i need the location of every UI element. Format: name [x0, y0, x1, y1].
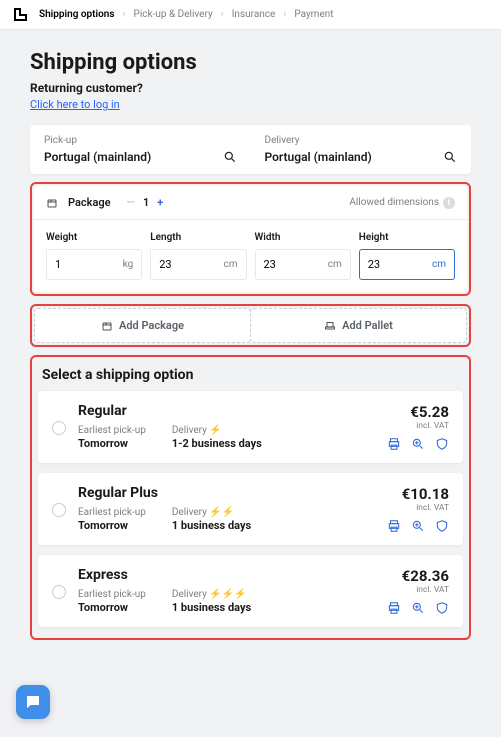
radio-regular[interactable]	[52, 421, 66, 435]
vat-label: incl. VAT	[369, 503, 449, 513]
logo-icon	[14, 8, 27, 21]
width-input[interactable]	[264, 258, 303, 271]
shipping-option-regular-plus[interactable]: Regular Plus Earliest pick-up Tomorrow D…	[38, 473, 463, 545]
pickup-meta-label: Earliest pick-up	[78, 425, 146, 436]
search-zoom-icon[interactable]	[411, 519, 425, 533]
crumb-insurance[interactable]: Insurance	[232, 9, 276, 20]
option-name: Regular	[78, 403, 357, 419]
bolt-icon: ⚡⚡	[209, 507, 234, 518]
pickup-meta-label: Earliest pick-up	[78, 507, 146, 518]
chat-icon	[24, 693, 42, 711]
search-icon	[443, 150, 457, 164]
length-input[interactable]	[159, 258, 198, 271]
page-title: Shipping options	[30, 50, 471, 75]
qty-value: 1	[143, 196, 149, 209]
option-price: €28.36	[369, 567, 449, 585]
add-pallet-button[interactable]: Add Pallet	[250, 308, 467, 343]
login-link[interactable]: Click here to log in	[30, 98, 120, 111]
shipping-option-regular[interactable]: Regular Earliest pick-up Tomorrow Delive…	[38, 391, 463, 463]
shield-icon[interactable]	[435, 601, 449, 615]
shipping-option-express[interactable]: Express Earliest pick-up Tomorrow Delive…	[38, 555, 463, 627]
height-input[interactable]	[368, 258, 407, 271]
qty-plus-button[interactable]: +	[157, 196, 163, 209]
pickup-field[interactable]: Pick-up Portugal (mainland)	[30, 125, 251, 174]
height-unit: cm	[432, 259, 446, 270]
delivery-meta-label: Delivery ⚡	[172, 425, 262, 436]
option-name: Regular Plus	[78, 485, 357, 501]
select-shipping-title: Select a shipping option	[42, 363, 463, 383]
weight-label: Weight	[46, 232, 142, 243]
delivery-meta-label: Delivery ⚡⚡	[172, 507, 251, 518]
delivery-meta-value: 1 business days	[172, 601, 251, 614]
package-icon	[46, 197, 58, 209]
print-icon[interactable]	[387, 601, 401, 615]
chevron-right-icon: ›	[123, 9, 126, 20]
weight-input[interactable]	[55, 258, 94, 271]
option-price: €5.28	[369, 403, 449, 421]
width-field: Width cm	[255, 232, 351, 280]
qty-minus-button[interactable]: —	[127, 196, 135, 209]
width-label: Width	[255, 232, 351, 243]
chevron-right-icon: ›	[283, 9, 286, 20]
width-unit: cm	[328, 259, 342, 270]
length-field: Length cm	[150, 232, 246, 280]
vat-label: incl. VAT	[369, 585, 449, 595]
chat-button[interactable]	[16, 685, 50, 719]
add-package-button[interactable]: Add Package	[34, 308, 251, 343]
chevron-right-icon: ›	[221, 9, 224, 20]
weight-unit: kg	[123, 259, 134, 270]
print-icon[interactable]	[387, 519, 401, 533]
crumb-pickup-delivery[interactable]: Pick-up & Delivery	[134, 9, 213, 20]
package-title: Package	[68, 196, 111, 209]
locations-card: Pick-up Portugal (mainland) Delivery Por…	[30, 125, 471, 174]
print-icon[interactable]	[387, 437, 401, 451]
add-row-highlight: Add Package Add Pallet	[30, 304, 471, 347]
delivery-meta-value: 1-2 business days	[172, 437, 262, 450]
pickup-meta-value: Tomorrow	[78, 437, 128, 450]
options-highlight: Select a shipping option Regular Earlies…	[30, 355, 471, 640]
returning-customer-label: Returning customer?	[30, 81, 471, 95]
bolt-icon: ⚡	[209, 425, 221, 436]
option-name: Express	[78, 567, 357, 583]
allowed-dimensions-link[interactable]: Allowed dimensions i	[349, 197, 455, 209]
pickup-meta-label: Earliest pick-up	[78, 589, 146, 600]
weight-field: Weight kg	[46, 232, 142, 280]
vat-label: incl. VAT	[369, 421, 449, 431]
length-unit: cm	[223, 259, 237, 270]
delivery-field[interactable]: Delivery Portugal (mainland)	[251, 125, 472, 174]
pickup-meta-value: Tomorrow	[78, 519, 128, 532]
shield-icon[interactable]	[435, 437, 449, 451]
delivery-value: Portugal (mainland)	[265, 150, 372, 164]
search-zoom-icon[interactable]	[411, 601, 425, 615]
pickup-label: Pick-up	[44, 135, 237, 146]
pickup-meta-value: Tomorrow	[78, 601, 128, 614]
pickup-value: Portugal (mainland)	[44, 150, 151, 164]
breadcrumb-bar: Shipping options › Pick-up & Delivery › …	[0, 0, 501, 30]
search-icon	[223, 150, 237, 164]
radio-express[interactable]	[52, 585, 66, 599]
delivery-meta-label: Delivery ⚡⚡⚡	[172, 589, 251, 600]
delivery-meta-value: 1 business days	[172, 519, 251, 532]
package-icon	[101, 320, 113, 332]
height-field: Height cm	[359, 232, 455, 280]
search-zoom-icon[interactable]	[411, 437, 425, 451]
pallet-icon	[324, 320, 336, 332]
crumb-payment[interactable]: Payment	[294, 9, 333, 20]
info-icon: i	[443, 197, 455, 209]
package-panel-highlight: Package — 1 + Allowed dimensions i Weigh…	[30, 182, 471, 296]
shield-icon[interactable]	[435, 519, 449, 533]
delivery-label: Delivery	[265, 135, 458, 146]
option-price: €10.18	[369, 485, 449, 503]
crumb-shipping-options[interactable]: Shipping options	[39, 9, 115, 20]
length-label: Length	[150, 232, 246, 243]
height-label: Height	[359, 232, 455, 243]
bolt-icon: ⚡⚡⚡	[209, 589, 246, 600]
radio-regular-plus[interactable]	[52, 503, 66, 517]
